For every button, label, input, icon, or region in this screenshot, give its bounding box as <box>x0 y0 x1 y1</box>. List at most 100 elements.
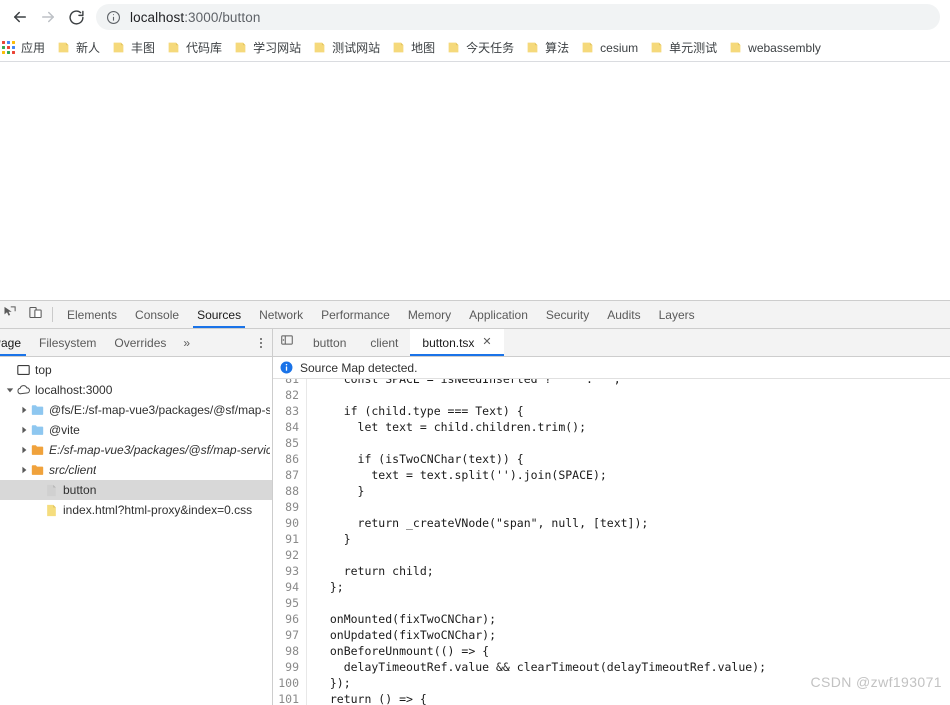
file-tree-item-label: @fs/E:/sf-map-vue3/packages/@sf/map-se <box>49 403 270 417</box>
devtools-tab-label: Network <box>259 307 304 322</box>
line-number[interactable]: 82 <box>273 387 307 403</box>
chevron-right-icon[interactable] <box>18 446 30 454</box>
navigator-subtab-list: Page Filesystem Overrides <box>0 329 175 356</box>
line-number[interactable]: 81 <box>273 379 307 387</box>
line-number[interactable]: 85 <box>273 435 307 451</box>
devtools-tab-memory[interactable]: Memory <box>399 301 460 328</box>
bookmark-item[interactable]: 丰图 <box>106 37 161 59</box>
editor-tab-client[interactable]: client <box>358 329 410 356</box>
navigator-subtab-spacer <box>198 329 250 356</box>
line-number[interactable]: 91 <box>273 531 307 547</box>
address-bar[interactable]: localhost:3000/button <box>96 4 940 30</box>
sources-navigator: Page Filesystem Overrides » top localhost:3… <box>0 329 273 705</box>
chevron-right-icon[interactable] <box>18 426 30 434</box>
line-number[interactable]: 93 <box>273 563 307 579</box>
navigator-subtab-filesystem[interactable]: Filesystem <box>30 329 105 356</box>
file-tree-item[interactable]: E:/sf-map-vue3/packages/@sf/map-service, <box>0 440 272 460</box>
devtools-tab-elements[interactable]: Elements <box>58 301 126 328</box>
inspect-element-button[interactable] <box>0 301 22 328</box>
line-number[interactable]: 96 <box>273 611 307 627</box>
devtools-tab-console[interactable]: Console <box>126 301 188 328</box>
bookmark-list: 新人 丰图 代码库 学习网站 测试网站 地图 今天任务 算法 cesium 单元测试 webasse… <box>51 37 827 59</box>
devtools-tab-security[interactable]: Security <box>537 301 598 328</box>
file-tree-item-label: E:/sf-map-vue3/packages/@sf/map-service, <box>49 443 270 457</box>
devtools-tab-label: Application <box>469 307 528 322</box>
bookmark-item[interactable]: 学习网站 <box>228 37 307 59</box>
code-editor[interactable]: 81 const SPACE = isNeedInserted ? ' ' : … <box>273 379 950 705</box>
back-button[interactable] <box>6 3 34 31</box>
editor-tab-button-tsx[interactable]: button.tsx ✕ <box>410 329 504 356</box>
bookmark-item[interactable]: 代码库 <box>161 37 228 59</box>
bookmarks-bar: 应用 新人 丰图 代码库 学习网站 测试网站 地图 今天任务 算法 cesium 单元测试 weba… <box>0 34 950 62</box>
chevron-right-icon[interactable] <box>18 466 30 474</box>
url-path: :3000/button <box>184 9 261 25</box>
devtools-tab-application[interactable]: Application <box>460 301 537 328</box>
browser-toolbar: localhost:3000/button <box>0 0 950 34</box>
file-tree-item[interactable]: localhost:3000 <box>0 380 272 400</box>
devtools-tab-performance[interactable]: Performance <box>312 301 399 328</box>
file-tree-item[interactable]: index.html?html-proxy&index=0.css <box>0 500 272 520</box>
navigator-subtab-page[interactable]: Page <box>0 329 30 356</box>
line-number[interactable]: 88 <box>273 483 307 499</box>
code-text: const SPACE = isNeedInserted ? ' ' : ''; <box>316 379 621 386</box>
file-tree-item[interactable]: @vite <box>0 420 272 440</box>
bookmark-item[interactable]: 单元测试 <box>644 37 723 59</box>
line-number[interactable]: 83 <box>273 403 307 419</box>
code-line: 93 return child; <box>273 563 950 579</box>
line-number[interactable]: 100 <box>273 675 307 691</box>
code-lines: 81 const SPACE = isNeedInserted ? ' ' : … <box>273 379 950 705</box>
device-toolbar-button[interactable] <box>22 301 48 328</box>
navigator-more-button[interactable] <box>250 329 272 356</box>
navigator-subtabs: Page Filesystem Overrides » <box>0 329 272 357</box>
code-line: 92 <box>273 547 950 563</box>
line-number[interactable]: 86 <box>273 451 307 467</box>
folder-icon <box>729 41 742 54</box>
editor-tab-label: button.tsx <box>422 335 475 350</box>
line-number[interactable]: 95 <box>273 595 307 611</box>
line-number[interactable]: 99 <box>273 659 307 675</box>
editor-pane: button client button.tsx ✕ Source Map detec… <box>273 329 950 705</box>
line-number[interactable]: 94 <box>273 579 307 595</box>
devtools-tab-network[interactable]: Network <box>250 301 312 328</box>
line-number[interactable]: 101 <box>273 691 307 705</box>
file-tree-item[interactable]: top <box>0 360 272 380</box>
bookmark-item[interactable]: cesium <box>575 37 644 59</box>
bookmark-item[interactable]: webassembly <box>723 37 827 59</box>
code-line: 89 <box>273 499 950 515</box>
bookmark-item[interactable]: 今天任务 <box>441 37 520 59</box>
navigator-subtab-label: Overrides <box>114 335 167 350</box>
bookmark-apps[interactable]: 应用 <box>0 37 51 59</box>
bookmark-item[interactable]: 地图 <box>386 37 441 59</box>
devtools-tab-layers[interactable]: Layers <box>650 301 704 328</box>
collapse-sidebar-button[interactable] <box>273 329 301 356</box>
file-tree-item-selected[interactable]: button <box>0 480 272 500</box>
file-tree-item[interactable]: src/client <box>0 460 272 480</box>
line-number[interactable]: 92 <box>273 547 307 563</box>
code-text: } <box>316 484 365 498</box>
source-map-infobar: Source Map detected. <box>273 357 950 379</box>
chevron-down-icon[interactable] <box>4 386 16 394</box>
bookmark-item[interactable]: 测试网站 <box>307 37 386 59</box>
line-number[interactable]: 98 <box>273 643 307 659</box>
line-number[interactable]: 90 <box>273 515 307 531</box>
line-number[interactable]: 87 <box>273 467 307 483</box>
editor-tab-button[interactable]: button <box>301 329 358 356</box>
code-line: 101 return () => { <box>273 691 950 705</box>
devtools-tab-audits[interactable]: Audits <box>598 301 649 328</box>
page-info-icon[interactable] <box>106 10 121 25</box>
bookmark-label: 代码库 <box>186 41 223 55</box>
folder-blue-icon <box>30 404 45 416</box>
devtools-tab-sources[interactable]: Sources <box>188 301 250 328</box>
navigator-subtab-overrides[interactable]: Overrides <box>105 329 175 356</box>
bookmark-item[interactable]: 算法 <box>520 37 575 59</box>
line-number[interactable]: 97 <box>273 627 307 643</box>
close-icon[interactable]: ✕ <box>482 337 491 348</box>
forward-button[interactable] <box>34 3 62 31</box>
bookmark-item[interactable]: 新人 <box>51 37 106 59</box>
file-tree-item[interactable]: @fs/E:/sf-map-vue3/packages/@sf/map-se <box>0 400 272 420</box>
line-number[interactable]: 89 <box>273 499 307 515</box>
line-number[interactable]: 84 <box>273 419 307 435</box>
chevron-right-icon[interactable] <box>18 406 30 414</box>
reload-button[interactable] <box>62 3 90 31</box>
navigator-overflow-button[interactable]: » <box>175 329 198 356</box>
